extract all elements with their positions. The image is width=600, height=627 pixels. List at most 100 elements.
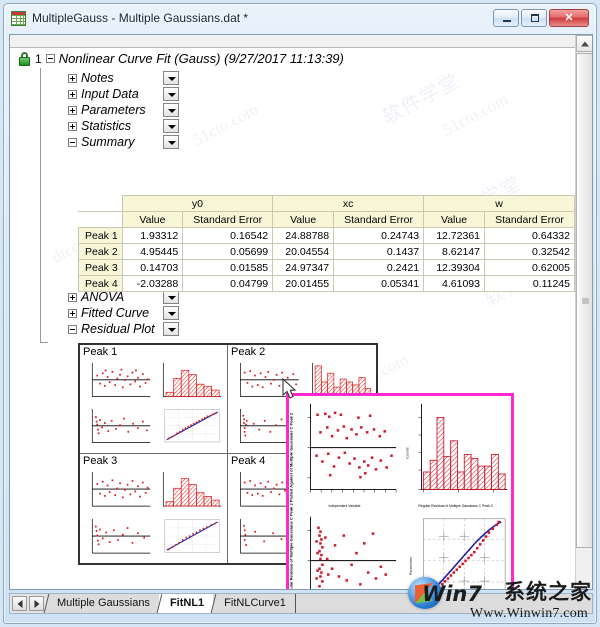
tree-item-label: ANOVA: [81, 290, 125, 304]
tree-item-label: Input Data: [81, 87, 139, 101]
tree-root-node[interactable]: 1 Nonlinear Curve Fit (Gauss) (9/27/2017…: [18, 51, 344, 66]
chevron-down-icon-anova[interactable]: [163, 290, 179, 304]
tree-item-residual-plot[interactable]: Residual Plot: [68, 321, 179, 337]
close-button[interactable]: ✕: [549, 9, 589, 27]
mini-scatter-plot[interactable]: [84, 469, 153, 514]
preview-chart-scatter-independent[interactable]: Independent Variable: [289, 396, 400, 509]
axis-label-x: Regular Residual of Multiple Gaussians C…: [418, 504, 493, 508]
worksheet-icon: [11, 10, 26, 26]
expand-toggle-notes[interactable]: [68, 73, 77, 83]
residual-plot-preview-popup[interactable]: Regular Residual of Multiple Gaussians C…: [286, 393, 514, 589]
preview-chart-histogram[interactable]: Counts Regular Residual of Multiple Gaus…: [400, 396, 511, 509]
table-cell[interactable]: 0.04799: [182, 275, 274, 292]
chevron-down-icon-residual-plot[interactable]: [163, 322, 179, 336]
table-cell[interactable]: 0.62005: [484, 259, 575, 276]
axis-label-x: Independent Variable: [328, 504, 361, 508]
collapse-toggle-residual-plot[interactable]: [68, 324, 77, 334]
axis-label-y: Counts: [405, 446, 410, 459]
preview-chart-scatter-fitted[interactable]: Fitted Y: [289, 509, 400, 589]
table-sub-header: Standard Error: [333, 211, 425, 228]
tree-item-notes[interactable]: Notes: [68, 70, 179, 86]
table-cell[interactable]: 0.05341: [333, 275, 425, 292]
table-cell[interactable]: 20.04554: [272, 243, 335, 260]
expand-toggle-fitted-curve[interactable]: [68, 308, 77, 318]
chevron-down-icon-input-data[interactable]: [163, 87, 179, 101]
scrollbar-thumb[interactable]: [576, 53, 592, 548]
table-cell[interactable]: 1.93312: [121, 227, 184, 244]
tree-item-parameters[interactable]: Parameters: [68, 102, 179, 118]
table-cell[interactable]: 0.1437: [333, 243, 425, 260]
mini-probability-plot[interactable]: [155, 406, 224, 450]
tree-item-summary[interactable]: Summary: [68, 134, 179, 150]
mini-fitted-residual-plot[interactable]: [84, 406, 153, 450]
scroll-up-button[interactable]: [576, 35, 592, 52]
table-cell[interactable]: 0.05699: [182, 243, 274, 260]
table-cell[interactable]: 0.01585: [182, 259, 274, 276]
table-cell[interactable]: 12.39304: [423, 259, 485, 276]
mini-probability-plot[interactable]: [155, 515, 224, 560]
tab-fitnlcurve1[interactable]: FitNLCurve1: [213, 594, 295, 613]
table-cell[interactable]: 24.97347: [272, 259, 335, 276]
expand-toggle-parameters[interactable]: [68, 105, 77, 115]
table-cell[interactable]: 0.24743: [333, 227, 425, 244]
table-cell[interactable]: 0.2421: [333, 259, 425, 276]
summary-table[interactable]: y0 xc w Value Standard Error Value Stand…: [78, 195, 575, 292]
table-sub-header-row: Value Standard Error Value Standard Erro…: [78, 211, 575, 228]
expand-toggle-input-data[interactable]: [68, 89, 77, 99]
table-row[interactable]: Peak 1 1.93312 0.16542 24.88788 0.24743 …: [78, 227, 575, 244]
expand-toggle-statistics[interactable]: [68, 121, 77, 131]
application-window: MultipleGauss - Multiple Gaussians.dat *…: [3, 3, 597, 624]
expand-toggle-anova[interactable]: [68, 292, 77, 302]
table-cell[interactable]: -2.03288: [121, 275, 184, 292]
table-row[interactable]: Peak 3 0.14703 0.01585 24.97347 0.2421 1…: [78, 259, 575, 276]
vertical-scrollbar[interactable]: [575, 35, 592, 589]
chevron-down-icon-statistics[interactable]: [163, 119, 179, 133]
table-row-header: Peak 1: [78, 227, 123, 244]
table-row[interactable]: Peak 2 4.95445 0.05699 20.04554 0.1437 8…: [78, 243, 575, 260]
table-cell[interactable]: 24.88788: [272, 227, 335, 244]
residual-panel-peak1[interactable]: Peak 1: [80, 345, 228, 454]
table-row-header: Peak 3: [78, 259, 123, 276]
report-client-area: 软件学堂 51cto.com 51cto.com 软件学堂 dtccomn 51…: [9, 34, 593, 590]
mini-histogram-plot[interactable]: [155, 469, 224, 514]
tree-trunk-foot: [40, 342, 48, 343]
table-cell[interactable]: 0.32542: [484, 243, 575, 260]
table-sub-header: Value: [121, 211, 184, 228]
chevron-down-icon-summary[interactable]: [163, 135, 179, 149]
tab-multiple-gaussians[interactable]: Multiple Gaussians: [46, 594, 159, 613]
table-cell[interactable]: 0.16542: [182, 227, 274, 244]
table-cell[interactable]: 12.72361: [423, 227, 485, 244]
preview-chart-probability[interactable]: Percentiles Regular Residual of Multiple…: [400, 509, 511, 589]
table-cell[interactable]: 8.62147: [423, 243, 485, 260]
table-cell[interactable]: 4.61093: [423, 275, 485, 292]
prev-sheet-button[interactable]: [12, 596, 27, 611]
tree-item-input-data[interactable]: Input Data: [68, 86, 179, 102]
table-cell[interactable]: 0.14703: [121, 259, 184, 276]
table-group-header-xc: xc: [272, 195, 425, 212]
collapse-toggle-root[interactable]: [45, 54, 55, 63]
table-cell[interactable]: 0.64332: [484, 227, 575, 244]
table-row[interactable]: Peak 4 -2.03288 0.04799 20.01455 0.05341…: [78, 275, 575, 292]
table-cell[interactable]: 20.01455: [272, 275, 335, 292]
table-corner-cell: [78, 211, 123, 228]
chevron-down-icon-parameters[interactable]: [163, 103, 179, 117]
report-sheet[interactable]: 软件学堂 51cto.com 51cto.com 软件学堂 dtccomn 51…: [10, 35, 575, 589]
table-row-header: Peak 4: [78, 275, 123, 292]
table-cell[interactable]: 0.11245: [484, 275, 575, 292]
minimize-button[interactable]: [493, 9, 519, 27]
residual-panel-peak3[interactable]: Peak 3: [80, 454, 228, 563]
table-cell[interactable]: 4.95445: [121, 243, 184, 260]
tree-item-fitted-curve[interactable]: Fitted Curve: [68, 305, 179, 321]
title-bar: MultipleGauss - Multiple Gaussians.dat *…: [4, 4, 596, 32]
next-sheet-button[interactable]: [29, 596, 44, 611]
mini-scatter-plot[interactable]: [84, 360, 153, 404]
mini-histogram-plot[interactable]: [155, 360, 224, 404]
chevron-down-icon-notes[interactable]: [163, 71, 179, 85]
mini-fitted-residual-plot[interactable]: [84, 515, 153, 560]
chevron-down-icon-fitted-curve[interactable]: [163, 306, 179, 320]
collapse-toggle-summary[interactable]: [68, 137, 77, 147]
tree-item-label: Fitted Curve: [81, 306, 150, 320]
tab-fitnl1[interactable]: FitNL1: [158, 594, 214, 613]
tree-item-statistics[interactable]: Statistics: [68, 118, 179, 134]
maximize-button[interactable]: [521, 9, 547, 27]
